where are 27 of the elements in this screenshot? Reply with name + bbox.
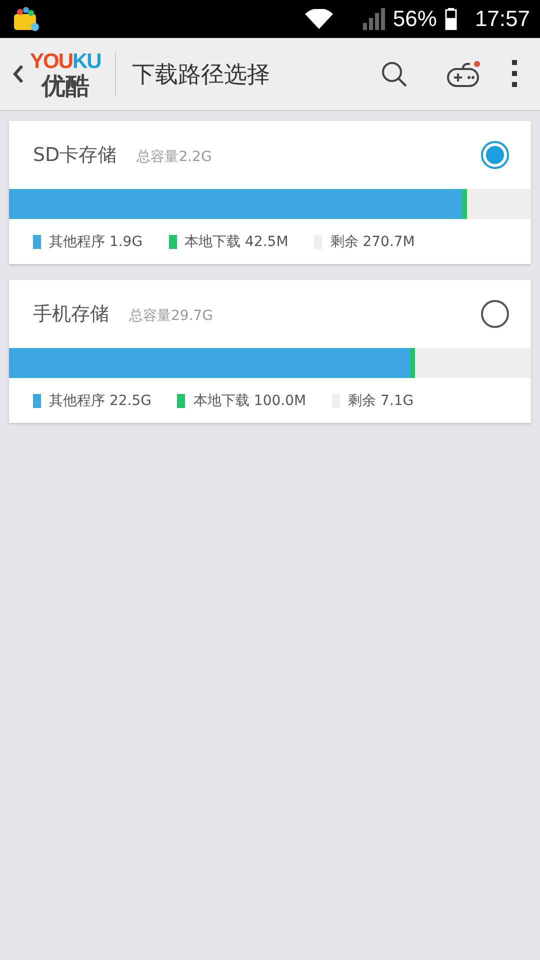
legend-label: 剩余 270.7M bbox=[330, 232, 415, 250]
legend-label: 本地下载 100.0M bbox=[193, 392, 306, 410]
wifi-icon bbox=[304, 9, 333, 29]
legend-label: 其他程序 1.9G bbox=[49, 232, 143, 250]
back-icon[interactable] bbox=[12, 64, 24, 84]
legend-label: 剩余 7.1G bbox=[348, 392, 414, 410]
search-icon[interactable] bbox=[380, 60, 408, 88]
storage-card[interactable]: SD卡存储 总容量2.2G 其他程序 1.9G 本地下载 42.5M 剩余 270.7M bbox=[9, 121, 531, 264]
storage-capacity: 总容量29.7G bbox=[129, 307, 214, 325]
storage-capacity: 总容量2.2G bbox=[136, 148, 212, 166]
page-title: 下载路径选择 bbox=[132, 60, 270, 90]
gamepad-icon[interactable] bbox=[446, 60, 482, 88]
battery-icon bbox=[444, 8, 457, 30]
more-icon[interactable] bbox=[512, 60, 518, 88]
legend-label: 本地下载 42.5M bbox=[184, 232, 288, 250]
logo-wordmark: YOUKU bbox=[30, 50, 101, 72]
signal-icon bbox=[362, 8, 385, 30]
radio-button[interactable] bbox=[481, 141, 509, 169]
status-time: 17:57 bbox=[474, 6, 530, 32]
logo-text: 优酷 bbox=[41, 74, 90, 98]
storage-card[interactable]: 手机存储 总容量29.7G 其他程序 22.5G 本地下载 100.0M 剩余 7.1G bbox=[9, 280, 531, 423]
storage-name: 手机存储 bbox=[33, 302, 109, 327]
storage-name: SD卡存储 bbox=[33, 143, 117, 168]
battery-percent: 56% bbox=[392, 6, 437, 32]
legend-label: 其他程序 22.5G bbox=[49, 392, 152, 410]
radio-button[interactable] bbox=[481, 300, 509, 328]
shopping-bag-icon bbox=[12, 6, 40, 32]
